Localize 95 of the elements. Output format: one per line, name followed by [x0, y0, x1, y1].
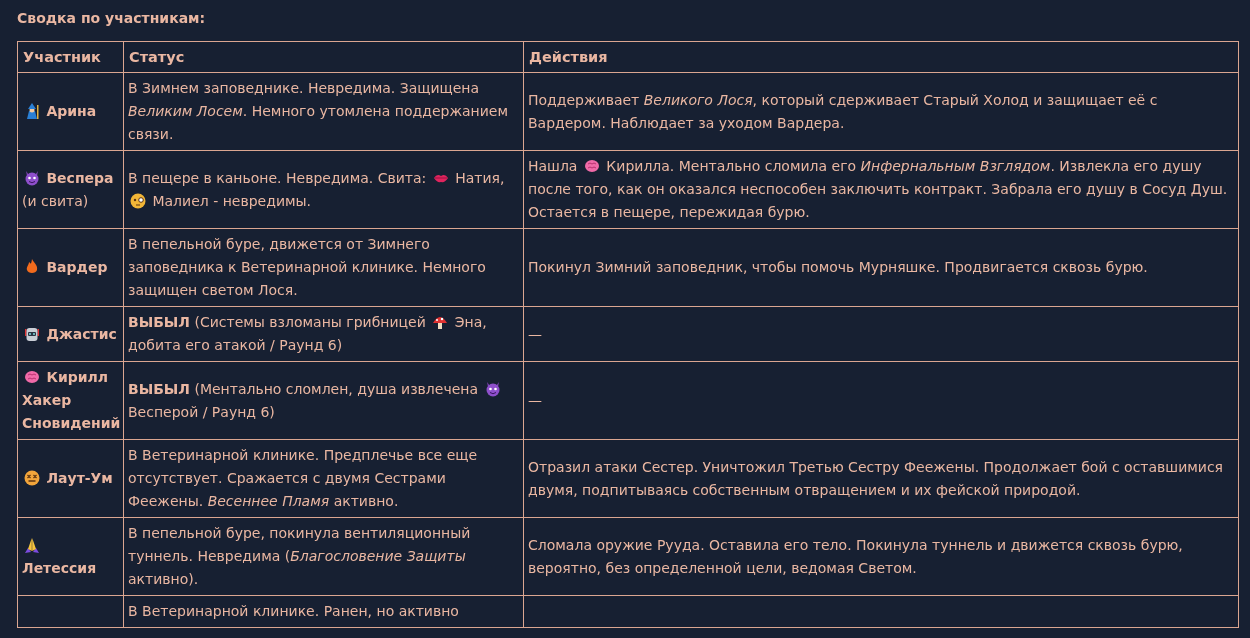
cell-text: (Ментально: [194, 380, 282, 397]
cell-text: Раунд: [279, 337, 324, 353]
cell-text: В пепельной буре, покинула вентиляционный туннель. Невредима (Благословение Защиты активно).: [128, 525, 471, 587]
cell-text: В Ветеринарной клинике. Ранен, но активно: [128, 603, 459, 619]
praying-hands-icon: [24, 536, 40, 553]
cell-text: свита): [41, 192, 89, 209]
participant-name: Джастис: [46, 325, 117, 342]
cell-text: Эна,: [454, 314, 487, 330]
section-heading: Сводка по участникам:: [17, 9, 207, 28]
brain-icon: [583, 158, 600, 174]
devil-face-icon: [24, 169, 40, 186]
cell-text: оказался: [669, 181, 736, 197]
cell-text: душу: [1086, 181, 1126, 197]
cell-text: пещере: [142, 169, 200, 186]
cell-text: заключить: [830, 181, 910, 197]
devil-face-icon: [484, 380, 501, 397]
cell-text: он: [646, 181, 665, 197]
cell-text: Сосуд: [1142, 181, 1187, 197]
cell-text: Забрала: [991, 181, 1053, 197]
participant-name: Вардер: [46, 259, 108, 275]
column-header: Участник: [17, 41, 124, 73]
cell-text: в: [600, 204, 610, 220]
cell-text: невредимы.: [222, 192, 312, 209]
cell-text: ВЫБЫЛ: [128, 380, 190, 397]
cell-text: каньоне.: [216, 169, 282, 186]
cell-text: В пепельной буре, движется от Зимнего заповедника к Ветеринарной клинике. Немного защищен светом Лося.: [128, 236, 486, 298]
cell-text: пещере,: [613, 204, 676, 220]
cell-text: его: [1133, 158, 1159, 174]
cell-text: Отразил атаки Сестер. Уничтожил Третью Сестру Феежены. Продолжает бой с оставшимися двумя, подпитываясь собственным отвращением и их фейской природой.: [528, 458, 1223, 498]
cell-text: грибницей: [346, 314, 426, 330]
cell-text: Инфернальным Взглядом.: [860, 158, 1055, 174]
cell-text: Свита:: [377, 169, 427, 186]
cell-text: в: [203, 169, 212, 186]
robot-icon: [24, 325, 40, 342]
cell-text: Натия,: [455, 169, 505, 186]
cell-text: добита: [128, 337, 181, 353]
participant-name: Летессия: [22, 559, 97, 576]
cell-text: Извлекла: [1059, 158, 1130, 174]
cell-text: В: [128, 169, 138, 186]
cell-text: его: [1057, 181, 1082, 197]
cell-text: после: [528, 181, 571, 197]
cell-text: (и: [22, 192, 37, 209]
cell-text: Весперой: [128, 403, 199, 420]
fire-icon: [24, 259, 40, 275]
cell-text: Сломала оружие Рууда. Оставила его тело. Покинула туннель и движется сквозь бурю, вероятно, без определенной цели, ведомая Светом.: [528, 536, 1183, 576]
cell-text: сломлен,: [285, 380, 353, 397]
participant-name: Лаут-Ум: [46, 470, 113, 486]
cell-text: (Системы: [194, 314, 265, 330]
cell-text: Ментально: [678, 158, 761, 174]
cell-text: 6): [327, 337, 343, 353]
cell-text: пережидая: [679, 204, 764, 220]
cell-text: извлечена: [401, 380, 479, 397]
cell-text: В Ветеринарной клинике. Предплечье все еще отсутствует. Сражается с двумя Сестрами Феежены. Весеннее Пламя активно.: [128, 447, 478, 509]
cell-text: Малиел: [152, 192, 209, 209]
cell-text: контракт.: [914, 181, 987, 197]
brain-icon: [24, 369, 40, 385]
cell-text: В Зимнем заповеднике. Невредима. Защищена Великим Лосем. Немного утомлена поддержанием связи.: [128, 80, 508, 142]
participant-name: Кирилл: [46, 369, 109, 385]
cell-text: Нашла: [528, 158, 578, 174]
cell-text: его: [185, 337, 210, 353]
cell-text: в: [1129, 181, 1138, 197]
cell-text: Раунд: [211, 403, 256, 420]
cell-text: Душ.: [1190, 181, 1228, 197]
wizard-icon: [24, 103, 40, 119]
participant-name: Сновидений: [22, 415, 121, 431]
cell-text: его: [831, 158, 857, 174]
cell-text: сломила: [764, 158, 828, 174]
cell-text: Невредима.: [286, 169, 374, 186]
cell-text: /: [202, 403, 208, 420]
cell-text: душа: [357, 380, 397, 397]
cell-text: Поддерживает Великого Лося, который сдерживает Старый Холод и защищает её с Вардером. Наблюдает за уходом Вардера.: [528, 91, 1158, 131]
cell-text: бурю.: [767, 204, 810, 220]
monocle-face-icon: [130, 192, 146, 209]
cell-text: того,: [575, 181, 613, 197]
cell-text: неспособен: [740, 181, 827, 197]
participant-name: Хакер: [22, 392, 72, 408]
participant-name: Арина: [46, 103, 97, 119]
column-header: Статус: [123, 41, 524, 73]
cell-text: Остается: [528, 204, 597, 220]
cell-text: —: [528, 392, 542, 408]
cell-text: атакой: [214, 337, 266, 353]
cell-text: взломаны: [269, 314, 342, 330]
cell-text: Кирилла.: [606, 158, 675, 174]
participant-name: Веспера: [46, 169, 114, 186]
cell-text: Покинул Зимний заповедник, чтобы помочь Мурняшке. Продвигается сквозь бурю.: [528, 259, 1148, 275]
cell-text: —: [528, 325, 542, 342]
cell-text: -: [213, 192, 219, 209]
cell-text: душу: [1162, 158, 1202, 174]
mushroom-icon: [432, 314, 449, 330]
column-header: Действия: [523, 41, 1239, 73]
dizzy-face-icon: [24, 470, 40, 486]
cell-text: 6): [260, 403, 275, 420]
cell-text: /: [270, 337, 275, 353]
cell-text: как: [617, 181, 643, 197]
cell-text: ВЫБЫЛ: [128, 314, 190, 330]
